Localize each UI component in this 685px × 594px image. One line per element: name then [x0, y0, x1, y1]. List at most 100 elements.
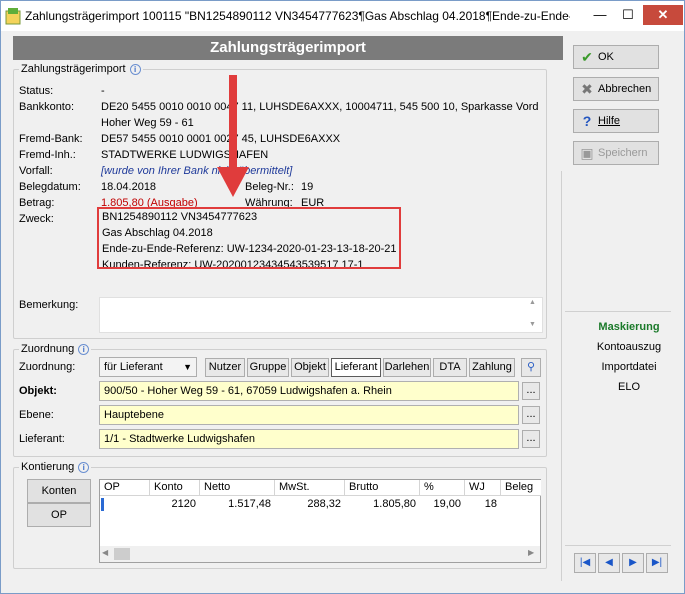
tab-lieferant[interactable]: Lieferant: [331, 358, 381, 377]
belegdatum-value: 18.04.2018: [101, 181, 157, 193]
red-arrow-annotation: [217, 75, 249, 197]
search-icon: ⚲: [526, 361, 536, 373]
ok-button[interactable]: ✔ OK: [573, 45, 659, 69]
save-icon: ▣: [580, 145, 594, 161]
objekt-label: Objekt:: [19, 385, 57, 397]
konten-button[interactable]: Konten: [27, 479, 91, 503]
kontierung-group-title: Kontierung: [21, 461, 75, 473]
scrollbar-thumb[interactable]: [114, 548, 130, 560]
tab-zahlung[interactable]: Zahlung: [469, 358, 515, 377]
op-button[interactable]: OP: [27, 503, 91, 527]
info-icon[interactable]: i: [129, 64, 141, 75]
importdatei-link[interactable]: Importdatei: [579, 361, 679, 373]
abbrechen-button[interactable]: ✖ Abbrechen: [573, 77, 659, 101]
import-group-title: Zahlungsträgerimport: [21, 63, 126, 75]
application-window: Zahlungsträgerimport 100115 "BN125489011…: [0, 0, 685, 594]
highlight-box: [97, 207, 401, 269]
hilfe-label: Hilfe: [598, 115, 621, 127]
search-button[interactable]: ⚲: [521, 358, 541, 377]
speichern-label: Speichern: [598, 147, 648, 159]
kontoauszug-link[interactable]: Kontoauszug: [579, 341, 679, 353]
horizontal-scrollbar[interactable]: ◀ ▶: [100, 546, 540, 562]
elo-link[interactable]: ELO: [579, 381, 679, 393]
column-header-netto[interactable]: Netto: [200, 480, 275, 496]
zuordnung-group-label: Zuordnung i: [19, 343, 92, 355]
bemerkung-label: Bemerkung:: [19, 299, 79, 311]
zuordnung-label: Zuordnung:: [19, 361, 76, 373]
ebene-field[interactable]: Hauptebene: [99, 405, 519, 425]
first-record-button[interactable]: |◀: [574, 553, 596, 573]
cell-brutto[interactable]: 1.805,80: [345, 497, 420, 512]
lieferant-browse-button[interactable]: ...: [522, 430, 540, 448]
scroll-up-icon[interactable]: ▲: [529, 299, 536, 306]
cell-netto[interactable]: 1.517,48: [200, 497, 275, 512]
next-record-button[interactable]: ▶: [622, 553, 644, 573]
scroll-right-icon[interactable]: ▶: [528, 548, 534, 557]
belegnr-label: Beleg-Nr.:: [245, 181, 294, 193]
cell-percent[interactable]: 19,00: [420, 497, 465, 512]
vorfall-value: [wurde von Ihrer Bank nicht übermittelt]: [101, 165, 293, 177]
column-header-mwst[interactable]: MwSt.: [275, 480, 345, 496]
hilfe-button[interactable]: ? Hilfe: [573, 109, 659, 133]
previous-record-button[interactable]: ◀: [598, 553, 620, 573]
help-icon: ?: [582, 113, 592, 129]
scroll-left-icon[interactable]: ◀: [102, 548, 108, 557]
zuordnung-selected: für Lieferant: [104, 361, 163, 373]
cell-wj[interactable]: 18: [465, 497, 501, 512]
info-icon[interactable]: i: [78, 462, 90, 473]
side-separator: [565, 311, 671, 312]
window-title: Zahlungsträgerimport 100115 "BN125489011…: [25, 9, 570, 23]
vorfall-label: Vorfall:: [19, 165, 53, 177]
title-bar: Zahlungsträgerimport 100115 "BN125489011…: [1, 1, 684, 31]
tab-gruppe[interactable]: Gruppe: [247, 358, 289, 377]
column-header-wj[interactable]: WJ: [465, 480, 501, 496]
bankkonto-address: Hoher Weg 59 - 61: [101, 117, 194, 129]
last-record-button[interactable]: ▶|: [646, 553, 668, 573]
column-header-konto[interactable]: Konto: [150, 480, 200, 496]
dialog-client: Zahlungsträgerimport Zahlungsträgerimpor…: [9, 33, 678, 589]
column-header-beleg[interactable]: Beleg: [501, 480, 541, 496]
ebene-label: Ebene:: [19, 409, 54, 421]
belegnr-value: 19: [301, 181, 314, 193]
kontierung-table[interactable]: OP Konto Netto MwSt. Brutto % WJ Beleg 2…: [99, 479, 541, 563]
objekt-browse-button[interactable]: ...: [522, 382, 540, 400]
side-divider: [561, 171, 562, 581]
page-title: Zahlungsträgerimport: [13, 36, 563, 60]
tab-nutzer[interactable]: Nutzer: [205, 358, 245, 377]
bankkonto-label: Bankkonto:: [19, 101, 75, 113]
app-icon: [5, 7, 21, 25]
objekt-field[interactable]: 900/50 - Hoher Weg 59 - 61, 67059 Ludwig…: [99, 381, 519, 401]
zweck-label: Zweck:: [19, 213, 54, 225]
cell-mwst[interactable]: 288,32: [275, 497, 345, 512]
maximize-button[interactable]: ☐: [615, 5, 641, 25]
scroll-down-icon[interactable]: ▼: [529, 321, 536, 328]
minimize-button[interactable]: —: [587, 5, 613, 25]
info-icon[interactable]: i: [78, 344, 90, 355]
tab-objekt[interactable]: Objekt: [291, 358, 329, 377]
checkmark-icon: ✔: [581, 49, 593, 65]
abbrechen-label: Abbrechen: [598, 83, 652, 95]
column-header-brutto[interactable]: Brutto: [345, 480, 420, 496]
nav-separator: [565, 545, 671, 546]
ebene-browse-button[interactable]: ...: [522, 406, 540, 424]
maskierung-link[interactable]: Maskierung: [579, 321, 679, 333]
bemerkung-input[interactable]: [99, 297, 543, 333]
column-header-op[interactable]: OP: [100, 480, 150, 496]
cell-konto[interactable]: 2120: [150, 497, 200, 512]
lieferant-field[interactable]: 1/1 - Stadtwerke Ludwigshafen: [99, 429, 519, 449]
column-header-percent[interactable]: %: [420, 480, 465, 496]
cancel-icon: ✖: [581, 81, 593, 97]
kontierung-group-label: Kontierung i: [19, 461, 92, 473]
close-button[interactable]: ✕: [643, 5, 683, 25]
ok-label: OK: [598, 51, 614, 63]
tab-darlehen[interactable]: Darlehen: [383, 358, 431, 377]
chevron-down-icon: ▼: [183, 362, 192, 372]
belegdatum-label: Belegdatum:: [19, 181, 81, 193]
betrag-label: Betrag:: [19, 197, 55, 209]
speichern-button[interactable]: ▣ Speichern: [573, 141, 659, 165]
cell-beleg[interactable]: [501, 497, 541, 512]
import-group-label: Zahlungsträgerimport i: [19, 63, 143, 75]
tab-dta[interactable]: DTA: [433, 358, 467, 377]
zuordnung-select[interactable]: für Lieferant ▼: [99, 357, 197, 377]
cell-op[interactable]: [100, 497, 150, 512]
